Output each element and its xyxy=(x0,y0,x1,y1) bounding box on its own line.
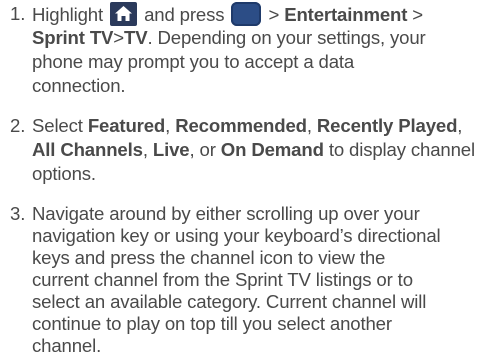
step-text: phone may prompt you to accept a data xyxy=(32,51,355,72)
option-featured: Featured xyxy=(87,115,166,136)
separator: > xyxy=(113,27,125,48)
step-text: keys and press the channel icon to view … xyxy=(32,247,386,268)
step-text: Navigate around by either scrolling up o… xyxy=(32,203,420,224)
option-recommended: Recommended xyxy=(175,115,307,136)
step-text: select an available category. Current ch… xyxy=(32,291,427,312)
menu-path-entertainment: Entertainment xyxy=(284,4,408,25)
step-text: current channel from the Sprint TV listi… xyxy=(32,269,413,290)
comma: , xyxy=(165,115,171,136)
step-2-line-1: Select Featured, Recommended, Recently P… xyxy=(32,114,462,138)
step-number: 1. xyxy=(10,3,26,24)
home-key-icon xyxy=(110,2,138,26)
instruction-list: 1. Highlight and press > Entertainment >… xyxy=(0,0,486,361)
step-1-line-1: Highlight and press > Entertainment > xyxy=(32,2,423,27)
step-number: 3. xyxy=(10,203,26,224)
comma: , xyxy=(306,115,312,136)
step-text: connection. xyxy=(32,75,126,96)
option-all-channels: All Channels xyxy=(32,139,143,160)
menu-key-icon xyxy=(231,2,262,26)
step-text: , or xyxy=(189,139,216,160)
comma: , xyxy=(457,115,463,136)
step-number: 2. xyxy=(10,115,26,136)
option-on-demand: On Demand xyxy=(220,139,324,160)
step-1-line-2: Sprint TV>TV. Depending on your settings… xyxy=(32,26,426,50)
separator: > xyxy=(268,4,280,25)
step-text: continue to play on top till you select … xyxy=(32,313,392,334)
menu-path-tv: TV xyxy=(124,27,148,48)
step-text: options. xyxy=(32,163,96,184)
option-recently-played: Recently Played xyxy=(316,115,458,136)
step-text: . Depending on your settings, your xyxy=(147,27,426,48)
step-text: Highlight xyxy=(32,4,104,25)
option-live: Live xyxy=(152,139,190,160)
step-text: navigation key or using your keyboard’s … xyxy=(32,225,441,246)
step-text: Select xyxy=(32,115,83,136)
step-text: and press xyxy=(144,4,225,25)
comma: , xyxy=(142,139,148,160)
step-2-line-2: All Channels, Live, or On Demand to disp… xyxy=(32,138,475,162)
menu-path-sprint-tv: Sprint TV xyxy=(32,27,114,48)
step-text: to display channel xyxy=(328,139,475,160)
separator: > xyxy=(412,4,424,25)
step-text: channel. xyxy=(32,335,102,356)
